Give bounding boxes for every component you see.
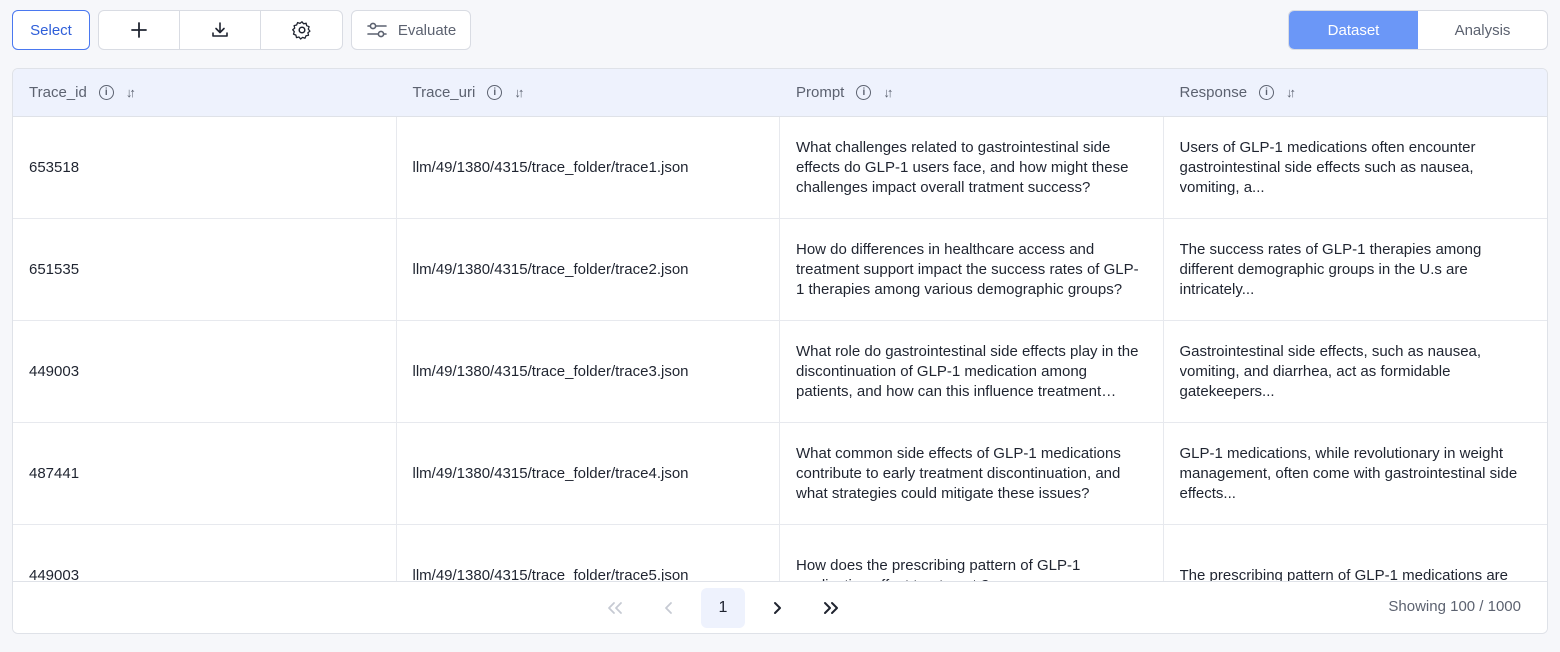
response-text: GLP-1 medications, while revolutionary i… bbox=[1179, 444, 1518, 502]
table-row[interactable]: 651535 llm/49/1380/4315/trace_folder/tra… bbox=[13, 219, 1547, 321]
cell-prompt: What role do gastrointestinal side effec… bbox=[780, 321, 1164, 422]
column-header-label: Trace_uri bbox=[412, 84, 476, 101]
sort-icon[interactable]: ↓↑ bbox=[514, 85, 524, 100]
tab-analysis[interactable]: Analysis bbox=[1418, 11, 1547, 49]
cell-trace-id: 651535 bbox=[13, 219, 397, 320]
prompt-text: How do differences in healthcare access … bbox=[796, 240, 1139, 298]
column-header-trace-uri[interactable]: Trace_uri i ↓↑ bbox=[397, 69, 781, 116]
page-number-button[interactable]: 1 bbox=[701, 588, 745, 628]
info-icon[interactable]: i bbox=[856, 85, 872, 100]
column-header-label: Response bbox=[1179, 84, 1248, 101]
settings-button[interactable] bbox=[261, 11, 342, 49]
last-page-button[interactable] bbox=[809, 588, 853, 628]
sliders-icon bbox=[367, 22, 387, 38]
chevron-right-icon bbox=[774, 602, 781, 614]
prompt-text: What role do gastrointestinal side effec… bbox=[796, 342, 1139, 400]
cell-response: GLP-1 medications, while revolutionary i… bbox=[1164, 423, 1548, 524]
download-button[interactable] bbox=[180, 11, 261, 49]
table-body: 653518 llm/49/1380/4315/trace_folder/tra… bbox=[13, 117, 1547, 583]
column-header-response[interactable]: Response i ↓↑ bbox=[1164, 69, 1548, 116]
view-toggle: Dataset Analysis bbox=[1288, 10, 1548, 50]
pagination: 1 bbox=[593, 588, 853, 628]
action-button-group bbox=[98, 10, 343, 50]
gear-icon bbox=[291, 21, 311, 40]
table-row[interactable]: 653518 llm/49/1380/4315/trace_folder/tra… bbox=[13, 117, 1547, 219]
cell-prompt: What challenges related to gastrointesti… bbox=[780, 117, 1164, 218]
sort-icon[interactable]: ↓↑ bbox=[126, 85, 136, 100]
cell-response: The prescribing pattern of GLP-1 medicat… bbox=[1164, 525, 1548, 584]
cell-trace-id: 449003 bbox=[13, 525, 397, 583]
plus-icon bbox=[131, 22, 147, 38]
showing-count: Showing 100 / 1000 bbox=[1388, 598, 1521, 615]
cell-response: The success rates of GLP-1 therapies amo… bbox=[1164, 219, 1548, 320]
cell-trace-id: 653518 bbox=[13, 117, 397, 218]
table-row[interactable]: 449003 llm/49/1380/4315/trace_folder/tra… bbox=[13, 321, 1547, 423]
cell-trace-id: 449003 bbox=[13, 321, 397, 422]
prompt-text: What challenges related to gastrointesti… bbox=[796, 138, 1129, 196]
cell-response: Users of GLP-1 medications often encount… bbox=[1164, 117, 1548, 218]
column-header-label: Trace_id bbox=[29, 84, 87, 101]
column-header-prompt[interactable]: Prompt i ↓↑ bbox=[780, 69, 1164, 116]
response-text: Gastrointestinal side effects, such as n… bbox=[1179, 342, 1482, 400]
cell-response: Gastrointestinal side effects, such as n… bbox=[1164, 321, 1548, 422]
cell-trace-uri: llm/49/1380/4315/trace_folder/trace1.jso… bbox=[397, 117, 780, 218]
download-icon bbox=[212, 22, 228, 37]
column-header-label: Prompt bbox=[796, 84, 845, 101]
evaluate-button[interactable]: Evaluate bbox=[351, 10, 471, 50]
info-icon[interactable]: i bbox=[487, 85, 503, 100]
response-text: The success rates of GLP-1 therapies amo… bbox=[1179, 240, 1482, 298]
cell-trace-uri: llm/49/1380/4315/trace_folder/trace2.jso… bbox=[397, 219, 780, 320]
cell-trace-uri: llm/49/1380/4315/trace_folder/trace4.jso… bbox=[397, 423, 780, 524]
cell-trace-uri: llm/49/1380/4315/trace_folder/trace5.jso… bbox=[397, 525, 780, 583]
column-header-trace-id[interactable]: Trace_id i ↓↑ bbox=[13, 69, 397, 116]
traces-table: Trace_id i ↓↑ Trace_uri i ↓↑ Prompt i ↓↑… bbox=[12, 68, 1548, 634]
table-header: Trace_id i ↓↑ Trace_uri i ↓↑ Prompt i ↓↑… bbox=[13, 69, 1547, 117]
toolbar: Select Evaluate bbox=[12, 10, 471, 50]
double-chevron-right-icon bbox=[824, 602, 838, 614]
evaluate-label: Evaluate bbox=[397, 21, 457, 39]
table-footer: 1 Showing 100 / 1000 bbox=[13, 581, 1547, 633]
prompt-text: What common side effects of GLP-1 medica… bbox=[796, 444, 1121, 502]
tab-dataset[interactable]: Dataset bbox=[1289, 11, 1418, 49]
response-text: Users of GLP-1 medications often encount… bbox=[1179, 138, 1476, 196]
chevron-left-icon bbox=[665, 602, 672, 614]
select-button[interactable]: Select bbox=[12, 10, 90, 50]
cell-prompt: What common side effects of GLP-1 medica… bbox=[780, 423, 1164, 524]
add-button[interactable] bbox=[99, 11, 180, 49]
next-page-button[interactable] bbox=[755, 588, 799, 628]
table-row[interactable]: 449003 llm/49/1380/4315/trace_folder/tra… bbox=[13, 525, 1547, 583]
double-chevron-left-icon bbox=[608, 602, 622, 614]
info-icon[interactable]: i bbox=[98, 85, 114, 100]
sort-icon[interactable]: ↓↑ bbox=[883, 85, 893, 100]
cell-prompt: How does the prescribing pattern of GLP-… bbox=[780, 525, 1164, 583]
prompt-text: How does the prescribing pattern of GLP-… bbox=[796, 556, 1081, 584]
first-page-button[interactable] bbox=[593, 588, 637, 628]
cell-prompt: How do differences in healthcare access … bbox=[780, 219, 1164, 320]
prev-page-button[interactable] bbox=[647, 588, 691, 628]
cell-trace-id: 487441 bbox=[13, 423, 397, 524]
cell-trace-uri: llm/49/1380/4315/trace_folder/trace3.jso… bbox=[397, 321, 780, 422]
info-icon[interactable]: i bbox=[1259, 85, 1275, 100]
table-row[interactable]: 487441 llm/49/1380/4315/trace_folder/tra… bbox=[13, 423, 1547, 525]
sort-icon[interactable]: ↓↑ bbox=[1286, 85, 1296, 100]
